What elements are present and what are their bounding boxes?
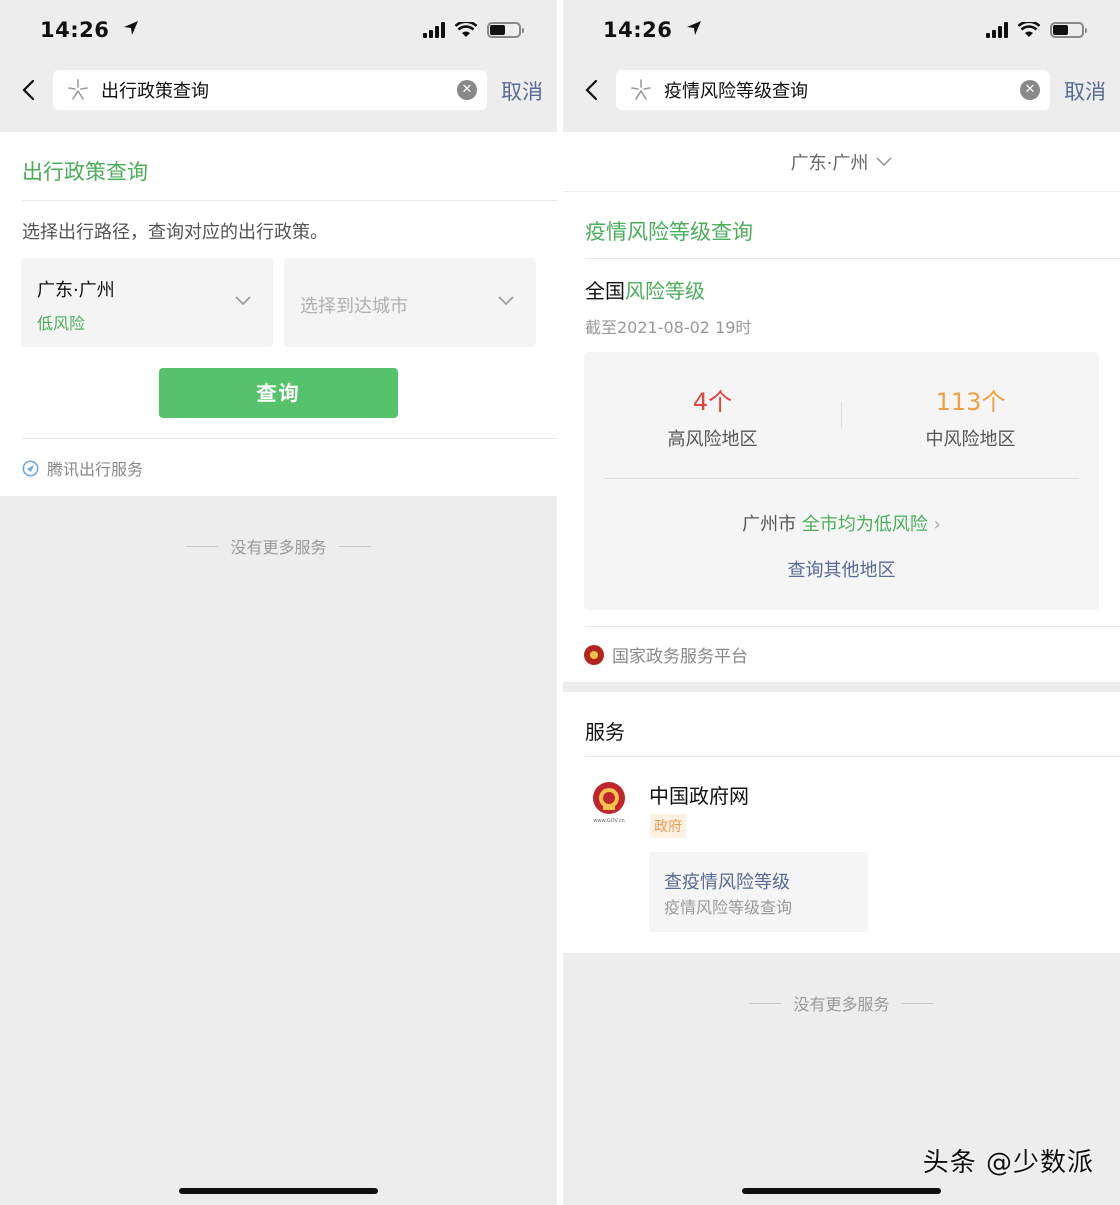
- search-query-text: 疫情风险等级查询: [664, 81, 808, 102]
- chevron-down-icon: [235, 296, 251, 306]
- travel-policy-card: 出行政策查询 选择出行路径，查询对应的出行政策。 广东·广州 低风险 选择到达城…: [0, 132, 557, 496]
- search-sparkle-icon: [631, 79, 651, 100]
- risk-stats-panel: 4个 高风险地区 113个 中风险地区 广州市 全市均为低风险 › 查询其他地区: [584, 352, 1099, 610]
- card-title: 疫情风险等级查询: [585, 220, 753, 244]
- query-button[interactable]: 查询: [159, 368, 398, 418]
- location-arrow-icon: [687, 21, 702, 35]
- mid-risk-label: 中风险地区: [925, 429, 1016, 450]
- cancel-button[interactable]: 取消: [501, 76, 543, 106]
- tencent-travel-icon: [22, 460, 39, 476]
- service-link-title: 查疫情风险等级: [664, 872, 790, 893]
- other-regions-link[interactable]: 查询其他地区: [584, 556, 1099, 582]
- right-screen: 14:26 疫情风险等级查询 ✕ 取消 广东·广州 疫情风险等级查询 全国风险等…: [563, 0, 1120, 1205]
- search-bar: 疫情风险等级查询 ✕ 取消: [563, 62, 1120, 132]
- wifi-icon: [455, 22, 477, 37]
- services-title: 服务: [585, 720, 625, 744]
- card-title: 出行政策查询: [22, 160, 148, 184]
- mid-risk-stat: 113个 中风险地区: [842, 382, 1099, 451]
- origin-city-name: 广东·广州: [37, 280, 115, 301]
- chevron-down-icon: [876, 156, 892, 166]
- divider: [585, 626, 1120, 627]
- search-input[interactable]: 疫情风险等级查询 ✕: [616, 70, 1050, 110]
- cellular-signal-icon: [986, 22, 1008, 38]
- destination-placeholder: 选择到达城市: [300, 296, 408, 317]
- left-screen: 14:26 出行政策查询 ✕ 取消 出行政策查询 选择出行路径，查询对应的出行政…: [0, 0, 557, 1205]
- cellular-signal-icon: [423, 22, 445, 38]
- wifi-icon: [1018, 22, 1040, 37]
- provider-name: 国家政务服务平台: [612, 647, 748, 667]
- battery-icon: [487, 22, 524, 38]
- search-query-text: 出行政策查询: [101, 81, 209, 102]
- search-sparkle-icon: [68, 79, 88, 100]
- chevron-right-icon: ›: [933, 514, 941, 535]
- divider: [22, 438, 557, 439]
- search-input[interactable]: 出行政策查询 ✕: [53, 70, 487, 110]
- divider: [22, 200, 557, 201]
- status-icons: [986, 22, 1087, 38]
- search-bar: 出行政策查询 ✕ 取消: [0, 62, 557, 132]
- status-time: 14:26: [603, 18, 702, 42]
- clear-search-icon[interactable]: ✕: [457, 80, 477, 100]
- city-risk-link[interactable]: 广州市 全市均为低风险 ›: [584, 510, 1099, 536]
- divider-line: [186, 545, 219, 547]
- location-arrow-icon: [124, 21, 139, 35]
- region-name: 广东·广州: [790, 152, 869, 174]
- status-bar: 14:26: [0, 0, 557, 62]
- card-description: 选择出行路径，查询对应的出行政策。: [22, 222, 328, 243]
- status-bar: 14:26: [563, 0, 1120, 62]
- no-more-services: 没有更多服务: [0, 534, 557, 558]
- provider-name: 腾讯出行服务: [47, 460, 144, 479]
- region-select[interactable]: 广东·广州: [563, 132, 1120, 192]
- provider-link[interactable]: 腾讯出行服务: [22, 456, 143, 480]
- home-indicator[interactable]: [742, 1188, 941, 1194]
- provider-link[interactable]: 国家政务服务平台: [584, 642, 748, 667]
- gov-emblem-logo-icon[interactable]: www.GOV.cn: [585, 778, 633, 840]
- destination-city-select[interactable]: 选择到达城市: [284, 258, 536, 347]
- back-icon[interactable]: [579, 76, 607, 104]
- risk-level-card: 广东·广州 疫情风险等级查询 全国风险等级 截至2021-08-02 19时 4…: [563, 132, 1120, 682]
- back-icon[interactable]: [16, 76, 44, 104]
- mid-risk-count: 113个: [935, 388, 1006, 416]
- divider-line: [901, 1002, 934, 1004]
- logo-caption: www.GOV.cn: [593, 818, 624, 824]
- divider-line: [749, 1002, 782, 1004]
- divider: [585, 258, 1120, 259]
- national-risk-heading: 全国风险等级: [585, 279, 705, 303]
- high-risk-count: 4个: [692, 388, 733, 416]
- service-link-card[interactable]: 查疫情风险等级 疫情风险等级查询: [649, 852, 868, 932]
- high-risk-stat: 4个 高风险地区: [584, 382, 841, 451]
- high-risk-label: 高风险地区: [667, 429, 758, 450]
- status-icons: [423, 22, 524, 38]
- cancel-button[interactable]: 取消: [1064, 76, 1106, 106]
- services-section: 服务 www.GOV.cn 中国政府网 政府 查疫情风险等级 疫情风险等级查询: [563, 692, 1120, 953]
- as-of-timestamp: 截至2021-08-02 19时: [585, 318, 752, 337]
- divider: [585, 756, 1120, 757]
- origin-city-select[interactable]: 广东·广州 低风险: [21, 258, 273, 347]
- origin-risk-badge: 低风险: [37, 314, 86, 333]
- divider-line: [338, 545, 371, 547]
- divider: [604, 478, 1079, 479]
- home-indicator[interactable]: [179, 1188, 378, 1194]
- service-link-desc: 疫情风险等级查询: [664, 898, 793, 917]
- service-name[interactable]: 中国政府网: [649, 780, 749, 809]
- status-time: 14:26: [40, 18, 139, 42]
- watermark-text: 头条 @少数派: [922, 1148, 1094, 1178]
- national-emblem-icon: [584, 644, 604, 665]
- no-more-services: 没有更多服务: [563, 991, 1120, 1015]
- service-tag-badge: 政府: [650, 814, 686, 838]
- clear-search-icon[interactable]: ✕: [1020, 80, 1040, 100]
- section-gap: [563, 682, 1120, 692]
- battery-icon: [1050, 22, 1087, 38]
- chevron-down-icon: [498, 296, 514, 306]
